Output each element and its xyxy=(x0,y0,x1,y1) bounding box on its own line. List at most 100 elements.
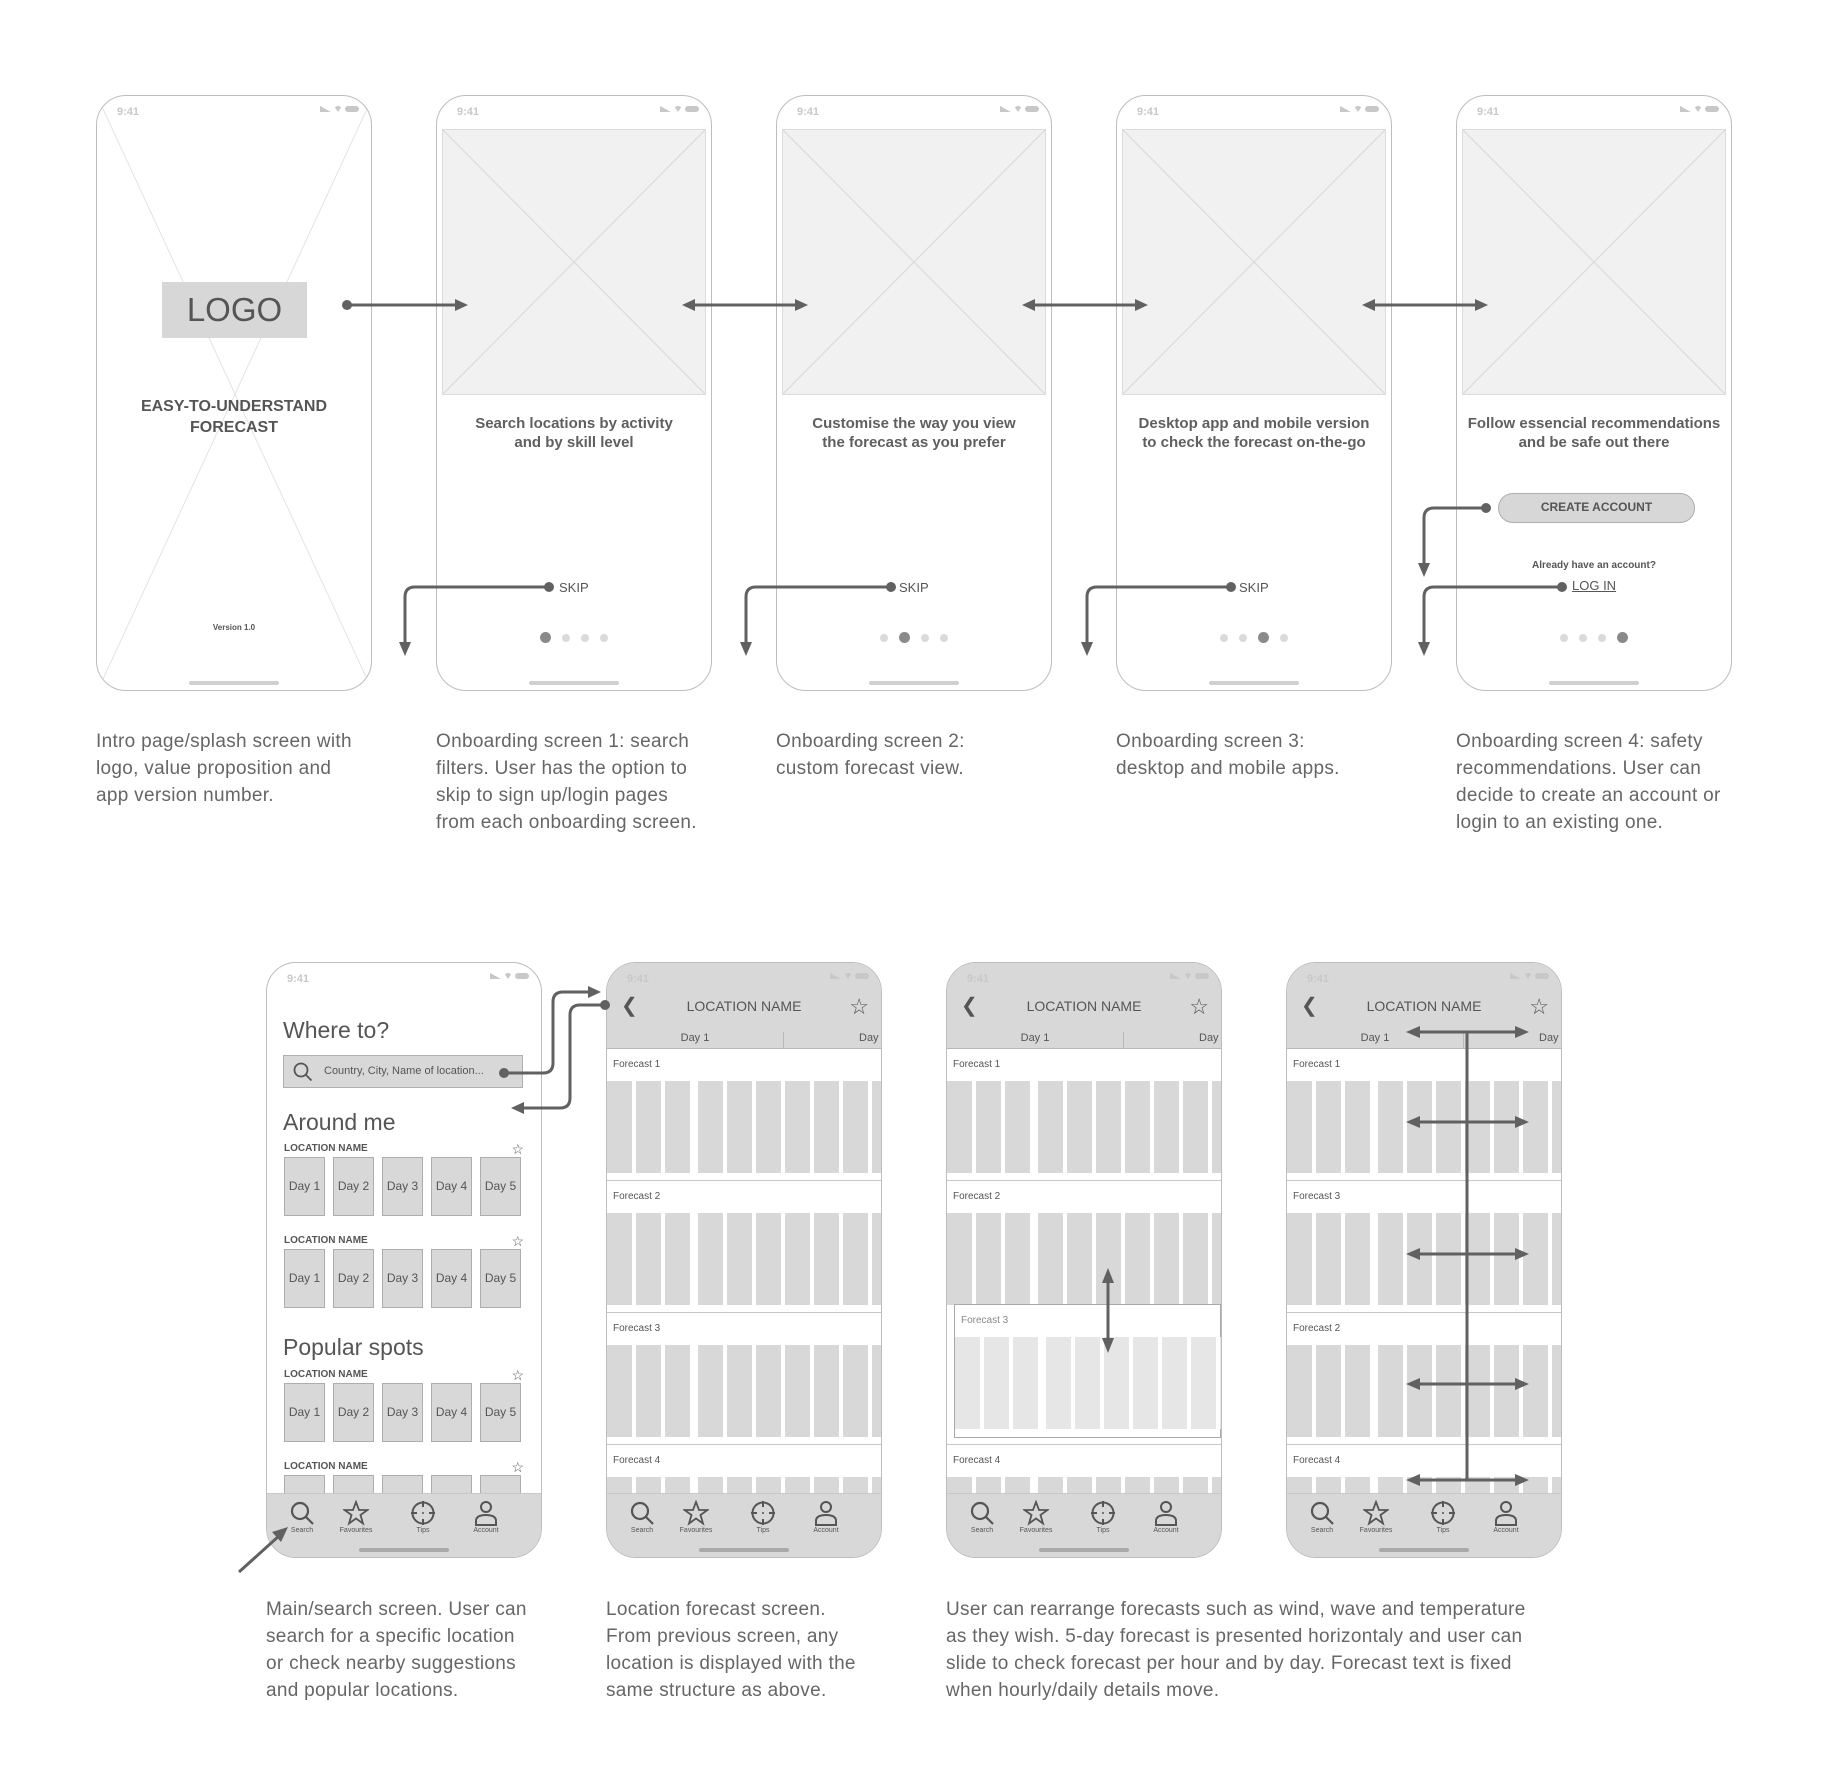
tab-favourites[interactable]: Favourites xyxy=(326,1500,386,1534)
skip-button[interactable]: SKIP xyxy=(559,580,589,595)
tab-tips[interactable]: Tips xyxy=(733,1500,793,1534)
day-tab[interactable]: Day 2 xyxy=(1539,1032,1561,1044)
location-name[interactable]: LOCATION NAME xyxy=(284,1235,368,1246)
forecast-block[interactable]: Forecast 1 xyxy=(1287,1048,1561,1181)
page-dot[interactable] xyxy=(1239,633,1247,642)
hourly-bars[interactable] xyxy=(955,1337,1221,1429)
hourly-bars[interactable] xyxy=(947,1213,1221,1305)
hour-bar xyxy=(785,1213,810,1305)
page-dot[interactable] xyxy=(581,633,589,642)
hourly-bars[interactable] xyxy=(1287,1345,1561,1437)
day-card[interactable]: Day 3 xyxy=(382,1383,423,1442)
skip-button[interactable]: SKIP xyxy=(899,580,929,595)
hour-bar xyxy=(1523,1081,1548,1173)
day-card[interactable]: Day 5 xyxy=(480,1383,521,1442)
search-input[interactable]: Country, City, Name of location... xyxy=(283,1055,523,1088)
tab-favourites[interactable]: Favourites xyxy=(1006,1500,1066,1534)
day-card[interactable]: Day 2 xyxy=(333,1383,374,1442)
forecast-block[interactable]: Forecast 2 xyxy=(1287,1312,1561,1445)
location-name[interactable]: LOCATION NAME xyxy=(284,1461,368,1472)
day-card[interactable]: Day 5 xyxy=(480,1249,521,1308)
tab-tips[interactable]: Tips xyxy=(393,1500,453,1534)
location-name[interactable]: LOCATION NAME xyxy=(284,1143,368,1154)
tab-account[interactable]: Account xyxy=(1136,1500,1196,1534)
tab-search[interactable]: Search xyxy=(1292,1500,1352,1534)
login-link[interactable]: LOG IN xyxy=(1572,578,1616,593)
tab-favourites[interactable]: Favourites xyxy=(1346,1500,1406,1534)
page-dot[interactable] xyxy=(1579,633,1587,642)
day-card[interactable]: Day 4 xyxy=(431,1249,472,1308)
page-dot[interactable] xyxy=(1617,632,1628,643)
day-card[interactable]: Day 2 xyxy=(333,1249,374,1308)
page-indicator xyxy=(1457,632,1731,643)
hour-bar xyxy=(1523,1345,1548,1437)
forecast-block[interactable]: Forecast 2 xyxy=(607,1180,881,1313)
hourly-bars[interactable] xyxy=(607,1213,881,1305)
page-dot[interactable] xyxy=(940,633,948,642)
day-card[interactable]: Day 2 xyxy=(333,1157,374,1216)
page-dot[interactable] xyxy=(1598,633,1606,642)
hourly-bars[interactable] xyxy=(1287,1081,1561,1173)
page-dot[interactable] xyxy=(1280,633,1288,642)
day-tab[interactable]: Day 1 xyxy=(1287,1032,1464,1048)
favourite-star-icon[interactable]: ☆ xyxy=(511,1233,524,1250)
day-card[interactable]: Day 1 xyxy=(284,1157,325,1216)
tab-search[interactable]: Search xyxy=(612,1500,672,1534)
favourite-star-icon[interactable]: ☆ xyxy=(1189,994,1209,1020)
hourly-bars[interactable] xyxy=(947,1081,1221,1173)
tab-account[interactable]: Account xyxy=(1476,1500,1536,1534)
day-card[interactable]: Day 1 xyxy=(284,1249,325,1308)
forecast-block[interactable]: Forecast 1 xyxy=(607,1048,881,1181)
page-dot[interactable] xyxy=(899,632,910,643)
page-dot[interactable] xyxy=(1560,633,1568,642)
location-title: LOCATION NAME xyxy=(686,998,802,1014)
page-dot[interactable] xyxy=(562,633,570,642)
day-card[interactable]: Day 4 xyxy=(431,1383,472,1442)
hour-bar xyxy=(843,1081,868,1173)
hourly-bars[interactable] xyxy=(607,1081,881,1173)
tab-account[interactable]: Account xyxy=(456,1500,516,1534)
favourite-star-icon[interactable]: ☆ xyxy=(849,994,869,1020)
tab-tips[interactable]: Tips xyxy=(1073,1500,1133,1534)
forecast-block[interactable]: Forecast 2 xyxy=(947,1180,1221,1313)
day-tab[interactable]: Day 1 xyxy=(607,1032,784,1048)
day-card[interactable]: Day 5 xyxy=(480,1157,521,1216)
tab-search[interactable]: Search xyxy=(952,1500,1012,1534)
forecast-block[interactable]: Forecast 3 xyxy=(1287,1180,1561,1313)
hourly-bars[interactable] xyxy=(1287,1213,1561,1305)
day-card[interactable]: Day 3 xyxy=(382,1249,423,1308)
tab-tips[interactable]: Tips xyxy=(1413,1500,1473,1534)
tab-favourites[interactable]: Favourites xyxy=(666,1500,726,1534)
create-account-button[interactable]: CREATE ACCOUNT xyxy=(1498,493,1695,523)
tab-account[interactable]: Account xyxy=(796,1500,856,1534)
forecast-block[interactable]: Forecast 3 xyxy=(954,1304,1221,1438)
day-card[interactable]: Day 4 xyxy=(431,1157,472,1216)
forecast-block[interactable]: Forecast 3 xyxy=(607,1312,881,1445)
favourite-star-icon[interactable]: ☆ xyxy=(1529,994,1549,1020)
favourite-star-icon[interactable]: ☆ xyxy=(511,1141,524,1158)
status-icons xyxy=(1170,973,1209,979)
page-dot[interactable] xyxy=(540,632,551,643)
hourly-bars[interactable] xyxy=(607,1345,881,1437)
favourite-star-icon[interactable]: ☆ xyxy=(511,1367,524,1384)
day-tab[interactable]: Day 1 xyxy=(947,1032,1124,1048)
location-name[interactable]: LOCATION NAME xyxy=(284,1369,368,1380)
day-card[interactable]: Day 1 xyxy=(284,1383,325,1442)
value-prop-line: FORECAST xyxy=(190,419,278,436)
day-tab[interactable]: Day 2 xyxy=(1199,1032,1221,1044)
page-dot[interactable] xyxy=(921,633,929,642)
tab-search[interactable]: Search xyxy=(272,1500,332,1534)
page-dot[interactable] xyxy=(600,633,608,642)
forecast-block[interactable]: Forecast 1 xyxy=(947,1048,1221,1181)
signal-icon xyxy=(830,973,841,979)
signal-icon xyxy=(1170,973,1181,979)
day-tab[interactable]: Day 2 xyxy=(859,1032,881,1044)
skip-button[interactable]: SKIP xyxy=(1239,580,1269,595)
status-icons xyxy=(320,106,359,112)
page-dot[interactable] xyxy=(880,633,888,642)
page-dot[interactable] xyxy=(1258,632,1269,643)
page-dot[interactable] xyxy=(1220,633,1228,642)
favourite-star-icon[interactable]: ☆ xyxy=(511,1459,524,1476)
day-card[interactable]: Day 3 xyxy=(382,1157,423,1216)
screen-caption: Onboarding screen 2: custom forecast view… xyxy=(776,728,1076,782)
